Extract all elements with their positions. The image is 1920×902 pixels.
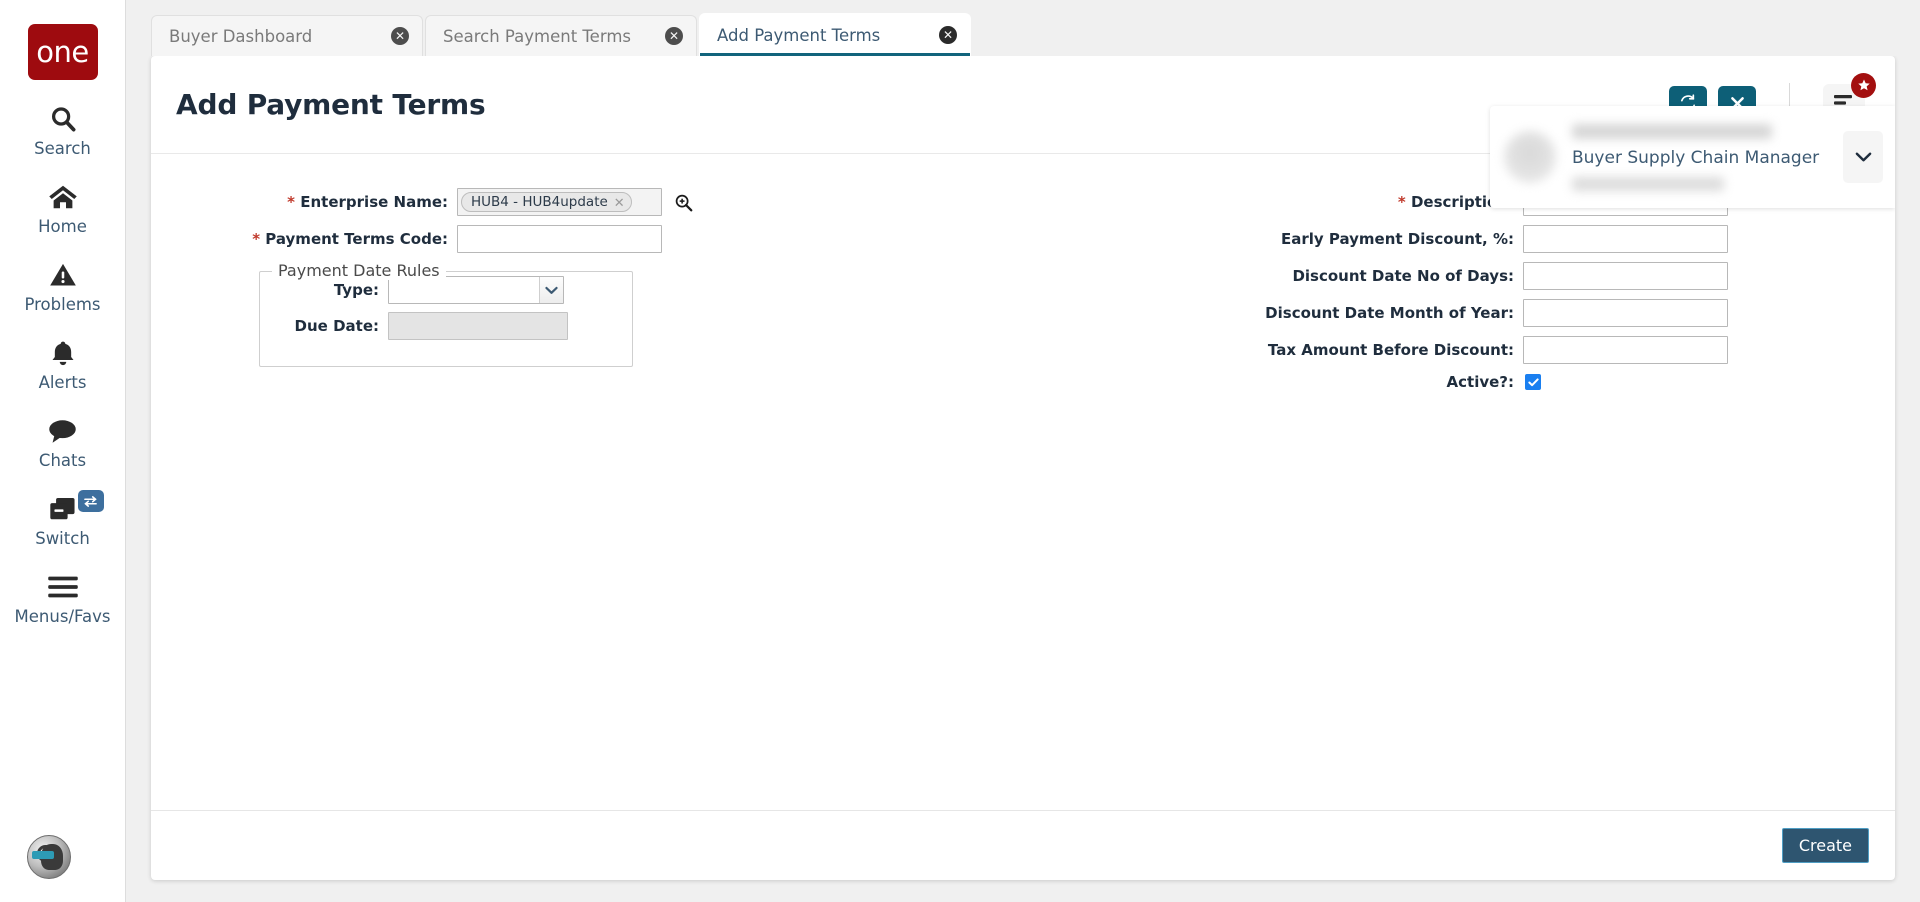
tab-label: Buyer Dashboard: [169, 26, 313, 46]
sidebar-item-home[interactable]: Home: [0, 158, 126, 236]
field-active: Active?:: [1023, 373, 1895, 391]
left-nav-rail: one Search Home Problems Alerts Chats Sw…: [0, 0, 126, 902]
tab-strip: Buyer Dashboard ✕ Search Payment Terms ✕…: [126, 0, 1920, 56]
search-icon: [48, 102, 78, 136]
field-tax-amount-before-discount: Tax Amount Before Discount:: [1023, 336, 1895, 364]
field-enterprise-name: * Enterprise Name: HUB4 - HUB4update ✕: [217, 188, 1023, 216]
user-profile-pod[interactable]: Buyer Supply Chain Manager: [1490, 106, 1895, 208]
field-label: Discount Date Month of Year:: [1265, 304, 1514, 322]
content-card: Add Payment Terms Buyer Supply Chain Man…: [151, 56, 1895, 880]
payment-terms-code-input[interactable]: [457, 225, 662, 253]
page-header: Add Payment Terms Buyer Supply Chain Man…: [151, 56, 1895, 208]
discount-date-month-of-year-input[interactable]: [1523, 299, 1728, 327]
payment-date-rules-fieldset: Payment Date Rules Type: Due Date:: [259, 261, 633, 367]
application-window: one Search Home Problems Alerts Chats Sw…: [0, 0, 1920, 902]
enterprise-name-input[interactable]: HUB4 - HUB4update ✕: [457, 188, 662, 216]
brand-logo-text: one: [36, 35, 89, 69]
field-payment-terms-code: * Payment Terms Code:: [217, 225, 1023, 253]
avatar: [1504, 131, 1556, 183]
chevron-down-icon[interactable]: [1843, 131, 1883, 183]
sidebar-item-chats[interactable]: Chats: [0, 392, 126, 470]
star-icon: [1851, 72, 1876, 98]
sidebar-item-label: Chats: [38, 451, 87, 470]
sidebar-item-problems[interactable]: Problems: [0, 236, 126, 314]
sidebar-item-label: Alerts: [38, 373, 87, 392]
swap-arrows-icon[interactable]: [77, 490, 104, 512]
main-region: Buyer Dashboard ✕ Search Payment Terms ✕…: [126, 0, 1920, 902]
select-value: [389, 277, 539, 303]
field-label: Due Date:: [294, 317, 379, 335]
field-label: * Payment Terms Code:: [217, 230, 457, 248]
field-label: Type:: [333, 281, 379, 299]
warning-triangle-icon: [48, 258, 78, 292]
hamburger-icon: [47, 570, 79, 604]
card-footer: Create: [151, 810, 1895, 880]
due-date-input: [388, 312, 568, 340]
home-icon: [47, 180, 79, 214]
brand-logo[interactable]: one: [27, 24, 98, 80]
chat-bubble-icon: [47, 414, 78, 448]
field-label: Tax Amount Before Discount:: [1267, 341, 1514, 359]
form-body: * Enterprise Name: HUB4 - HUB4update ✕ *…: [151, 154, 1895, 810]
field-label: * Description:: [1023, 193, 1523, 211]
early-payment-discount-input[interactable]: [1523, 225, 1728, 253]
tab-label: Search Payment Terms: [443, 26, 632, 46]
field-label: * Enterprise Name:: [217, 193, 457, 211]
sidebar-item-search[interactable]: Search: [0, 80, 126, 158]
fieldset-legend: Payment Date Rules: [272, 261, 446, 280]
type-select[interactable]: [388, 276, 564, 304]
sidebar-item-label: Search: [34, 139, 91, 158]
field-label: Discount Date No of Days:: [1292, 267, 1514, 285]
ai-assistant-head: [32, 844, 63, 870]
chip-label: HUB4 - HUB4update: [471, 194, 608, 210]
chevron-down-icon[interactable]: [539, 277, 563, 303]
user-info: Buyer Supply Chain Manager: [1572, 123, 1835, 191]
user-role: Buyer Supply Chain Manager: [1572, 147, 1820, 168]
tax-amount-before-discount-input[interactable]: [1523, 336, 1728, 364]
user-name-redacted: [1572, 123, 1772, 139]
field-type: Type:: [260, 276, 632, 304]
switch-windows-icon: [48, 492, 78, 526]
selected-chip: HUB4 - HUB4update ✕: [461, 192, 632, 212]
page-title: Add Payment Terms: [176, 88, 486, 121]
ai-assistant-visor: [32, 851, 54, 859]
field-label: Active?:: [1446, 373, 1514, 391]
tab-label: Add Payment Terms: [717, 25, 881, 45]
sidebar-item-label: Switch: [35, 529, 90, 548]
tab-add-payment-terms[interactable]: Add Payment Terms ✕: [699, 13, 971, 56]
bell-icon: [49, 336, 77, 370]
close-circle-icon[interactable]: ✕: [391, 27, 409, 45]
sidebar-item-switch[interactable]: Switch: [0, 470, 126, 548]
field-discount-date-no-of-days: Discount Date No of Days:: [1023, 262, 1895, 290]
close-x-icon[interactable]: ✕: [614, 196, 625, 209]
close-circle-icon[interactable]: ✕: [939, 26, 957, 44]
field-due-date: Due Date:: [260, 312, 632, 340]
ai-assistant-avatar-icon[interactable]: [27, 835, 71, 879]
sidebar-item-label: Home: [38, 217, 87, 236]
sidebar-item-label: Menus/Favs: [14, 607, 111, 626]
sidebar-item-alerts[interactable]: Alerts: [0, 314, 126, 392]
discount-date-no-of-days-input[interactable]: [1523, 262, 1728, 290]
sidebar-item-label: Problems: [24, 295, 101, 314]
form-column-left: * Enterprise Name: HUB4 - HUB4update ✕ *…: [151, 188, 1023, 810]
active-checkbox[interactable]: [1525, 374, 1541, 390]
required-marker: *: [252, 230, 261, 248]
required-marker: *: [287, 193, 296, 211]
sidebar-item-menus-favs[interactable]: Menus/Favs: [0, 548, 126, 626]
field-discount-date-month-of-year: Discount Date Month of Year:: [1023, 299, 1895, 327]
create-button[interactable]: Create: [1781, 828, 1869, 863]
label-text: Payment Terms Code:: [265, 230, 448, 248]
tab-buyer-dashboard[interactable]: Buyer Dashboard ✕: [151, 15, 423, 56]
label-text: Enterprise Name:: [300, 193, 448, 211]
field-early-payment-discount: Early Payment Discount, %:: [1023, 225, 1895, 253]
form-column-right: * Description: Early Payment Discount, %…: [1023, 188, 1895, 810]
search-plus-icon[interactable]: [673, 192, 693, 212]
tab-search-payment-terms[interactable]: Search Payment Terms ✕: [425, 15, 697, 56]
field-label: Early Payment Discount, %:: [1280, 230, 1514, 248]
required-marker: *: [1397, 193, 1406, 211]
close-circle-icon[interactable]: ✕: [665, 27, 683, 45]
user-org-redacted: [1572, 176, 1724, 191]
